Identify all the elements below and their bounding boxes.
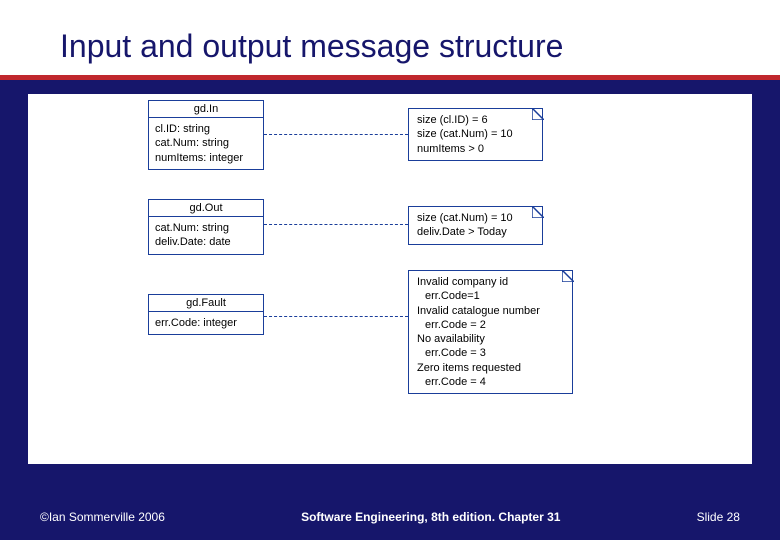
footer-slide-number: Slide 28 (697, 510, 740, 524)
note-line: size (cat.Num) = 10 (417, 127, 534, 141)
note-line: err.Code = 2 (417, 318, 564, 332)
uml-note-gdFault: Invalid company id err.Code=1 Invalid ca… (408, 270, 573, 394)
connector-dashed (264, 224, 408, 225)
uml-class-name: gd.Fault (149, 295, 263, 312)
attr-line: cat.Num: string (155, 136, 257, 150)
attr-line: numItems: integer (155, 151, 257, 165)
attr-line: err.Code: integer (155, 316, 257, 330)
uml-class-attrs: cl.ID: string cat.Num: string numItems: … (149, 118, 263, 169)
slide-title: Input and output message structure (60, 28, 720, 65)
note-line: err.Code = 3 (417, 346, 564, 360)
uml-class-gdFault: gd.Fault err.Code: integer (148, 294, 264, 335)
attr-line: cl.ID: string (155, 122, 257, 136)
uml-class-name: gd.In (149, 101, 263, 118)
attr-line: cat.Num: string (155, 221, 257, 235)
note-line: Invalid catalogue number (417, 304, 564, 318)
footer-book: Software Engineering, 8th edition. Chapt… (301, 510, 560, 524)
note-line: numItems > 0 (417, 142, 534, 156)
note-line: err.Code = 4 (417, 375, 564, 389)
note-line: Invalid company id (417, 275, 564, 289)
diagram-area: gd.In cl.ID: string cat.Num: string numI… (28, 94, 752, 464)
note-line: err.Code=1 (417, 289, 564, 303)
note-line: No availability (417, 332, 564, 346)
note-line: size (cl.ID) = 6 (417, 113, 534, 127)
note-fold-icon (532, 206, 544, 218)
uml-class-gdIn: gd.In cl.ID: string cat.Num: string numI… (148, 100, 264, 170)
connector-dashed (264, 316, 408, 317)
note-line: deliv.Date > Today (417, 225, 534, 239)
uml-note-gdOut: size (cat.Num) = 10 deliv.Date > Today (408, 206, 543, 245)
uml-class-attrs: err.Code: integer (149, 312, 263, 334)
uml-class-name: gd.Out (149, 200, 263, 217)
note-fold-icon (532, 108, 544, 120)
note-line: Zero items requested (417, 361, 564, 375)
attr-line: deliv.Date: date (155, 235, 257, 249)
note-fold-icon (562, 270, 574, 282)
note-line: size (cat.Num) = 10 (417, 211, 534, 225)
uml-class-attrs: cat.Num: string deliv.Date: date (149, 217, 263, 254)
uml-note-gdIn: size (cl.ID) = 6 size (cat.Num) = 10 num… (408, 108, 543, 161)
connector-dashed (264, 134, 408, 135)
uml-class-gdOut: gd.Out cat.Num: string deliv.Date: date (148, 199, 264, 255)
slide-footer: ©Ian Sommerville 2006 Software Engineeri… (0, 510, 780, 524)
footer-copyright: ©Ian Sommerville 2006 (40, 510, 165, 524)
slide-header: Input and output message structure (0, 0, 780, 80)
